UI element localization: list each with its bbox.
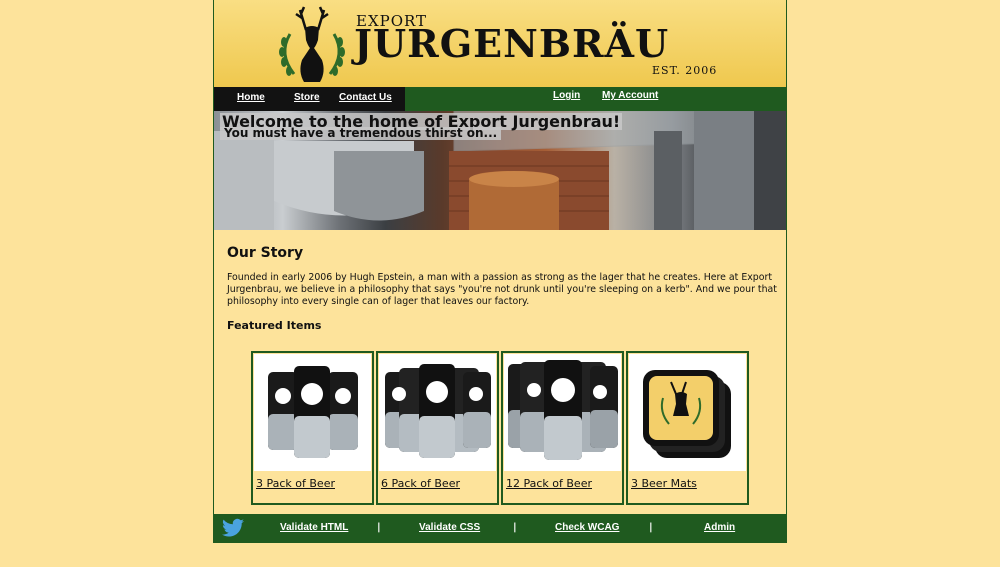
product-card-beer-mats[interactable]: 3 Beer Mats	[626, 351, 749, 505]
nav-store-link[interactable]: Store	[294, 92, 320, 103]
page-container: EXPORT JURGENBRÄU EST. 2006 Home Store C…	[213, 0, 787, 543]
product-image-beer-mats	[629, 354, 746, 471]
nav-contact-link[interactable]: Contact Us	[339, 92, 392, 103]
hero-banner: Welcome to the home of Export Jurgenbrau…	[214, 111, 786, 230]
product-link-beer-mats[interactable]: 3 Beer Mats	[631, 477, 697, 490]
footer-separator: |	[377, 522, 381, 533]
nav-home-link[interactable]: Home	[237, 92, 265, 103]
stag-wreath-icon	[279, 6, 345, 82]
story-paragraph: Founded in early 2006 by Hugh Epstein, a…	[227, 272, 777, 307]
validate-html-link[interactable]: Validate HTML	[280, 522, 348, 533]
story-heading: Our Story	[227, 245, 304, 261]
nav-left-panel: Home Store Contact Us	[214, 87, 405, 111]
site-header: EXPORT JURGENBRÄU EST. 2006	[214, 0, 786, 87]
logo-brand-text: JURGENBRÄU	[354, 21, 670, 66]
admin-link[interactable]: Admin	[704, 522, 735, 533]
product-link-6-pack[interactable]: 6 Pack of Beer	[381, 477, 460, 490]
product-card-6-pack[interactable]: 6 Pack of Beer	[376, 351, 499, 505]
validate-css-link[interactable]: Validate CSS	[419, 522, 480, 533]
product-image-3-pack	[254, 354, 371, 471]
banner-subtitle: You must have a tremendous thirst on...	[220, 127, 502, 140]
product-link-12-pack[interactable]: 12 Pack of Beer	[506, 477, 592, 490]
footer-separator: |	[649, 522, 653, 533]
product-image-6-pack	[379, 354, 496, 471]
nav-login-link[interactable]: Login	[553, 90, 580, 101]
nav-account-link[interactable]: My Account	[602, 90, 658, 101]
product-card-12-pack[interactable]: 12 Pack of Beer	[501, 351, 624, 505]
product-link-3-pack[interactable]: 3 Pack of Beer	[256, 477, 335, 490]
twitter-bird-icon[interactable]	[222, 518, 244, 538]
footer-separator: |	[513, 522, 517, 533]
check-wcag-link[interactable]: Check WCAG	[555, 522, 619, 533]
product-image-12-pack	[504, 354, 621, 471]
logo-established-text: EST. 2006	[652, 64, 718, 77]
site-footer: Validate HTML | Validate CSS | Check WCA…	[214, 514, 786, 542]
main-nav: Home Store Contact Us Login My Account	[214, 87, 786, 111]
product-card-3-pack[interactable]: 3 Pack of Beer	[251, 351, 374, 505]
featured-heading: Featured Items	[227, 319, 322, 332]
